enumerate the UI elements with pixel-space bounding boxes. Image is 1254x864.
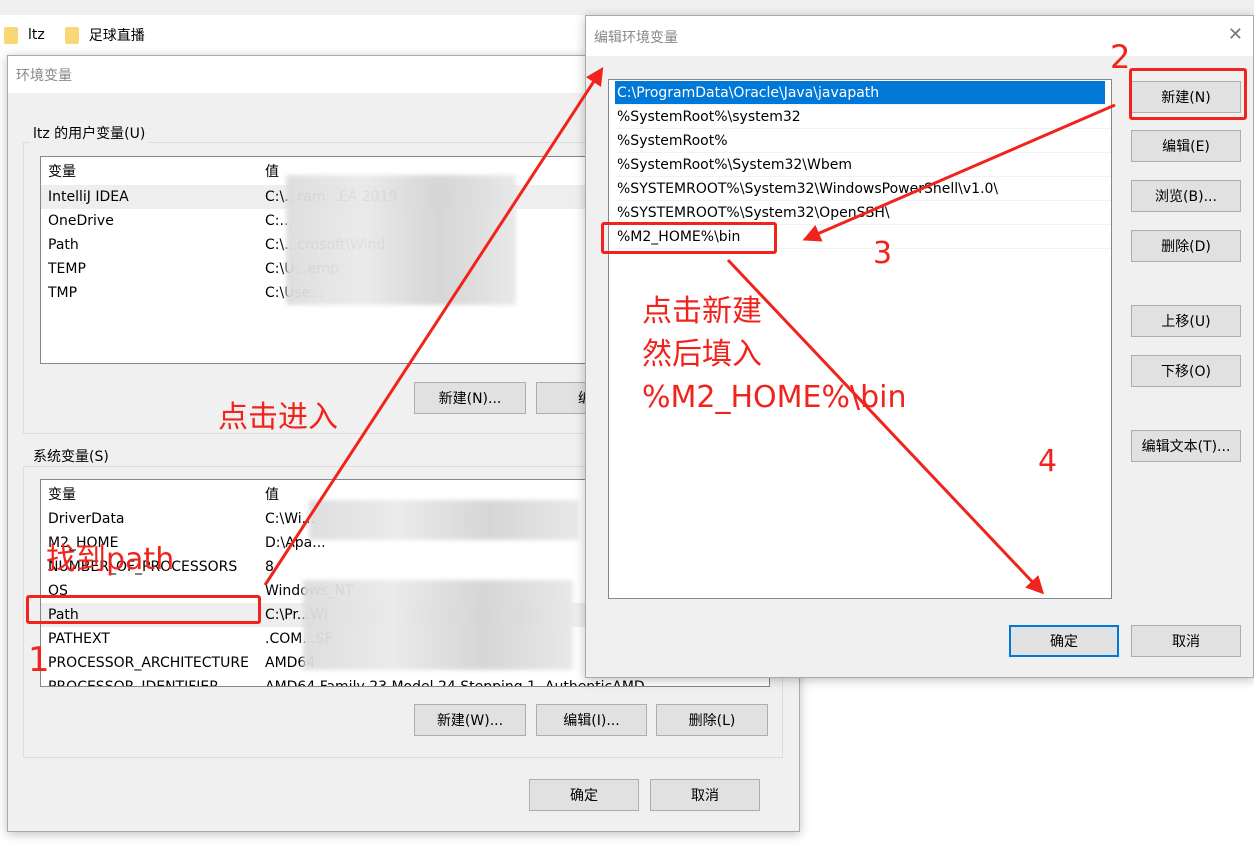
arrow-to-new-entry — [802, 103, 1116, 242]
arrow-to-ok — [726, 258, 1045, 595]
arrow-to-edit-dialog — [263, 66, 604, 586]
annotation-arrows — [263, 66, 1116, 595]
